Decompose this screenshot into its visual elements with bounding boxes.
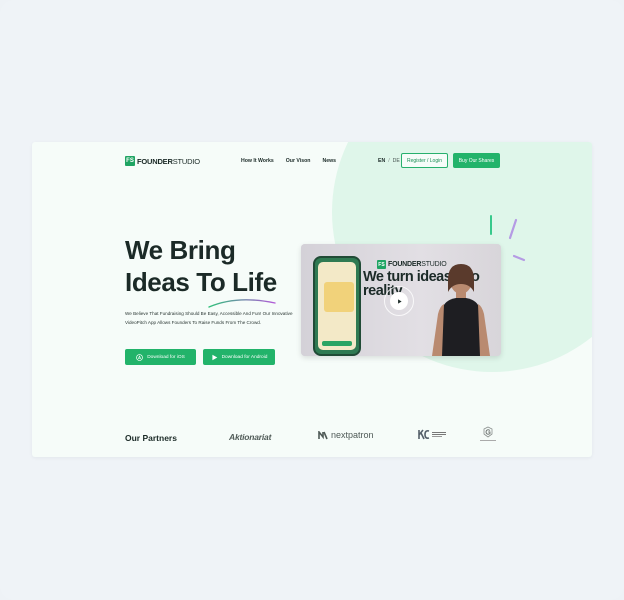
- app-store-icon: [136, 353, 143, 361]
- nextpatron-icon: [318, 430, 328, 439]
- register-login-button[interactable]: Register / Login: [401, 153, 448, 168]
- title-swoosh-decoration: [208, 299, 276, 308]
- partner-nextpatron[interactable]: nextpatron: [318, 430, 374, 440]
- landing-page: FS FOUNDER STUDIO How It Works Our Vison…: [32, 142, 592, 457]
- nav-how-it-works[interactable]: How It Works: [241, 158, 274, 164]
- logo-wordmark-bold: FOUNDER: [137, 156, 173, 166]
- nav-our-vision[interactable]: Our Vison: [286, 158, 311, 164]
- partner-kc-logo[interactable]: [418, 429, 446, 440]
- lang-de[interactable]: DE: [393, 158, 400, 164]
- video-logo-bold: FOUNDER: [388, 261, 422, 268]
- language-switcher: EN / DE: [378, 158, 400, 164]
- kc-logo-text-lines: [432, 432, 446, 437]
- google-play-icon: [211, 354, 217, 360]
- play-icon: [397, 298, 402, 304]
- g-emblem-icon: [483, 426, 493, 438]
- presenter-figure: [432, 264, 490, 356]
- hero-title-line1: We Bring: [125, 235, 236, 265]
- hero-title: We Bring Ideas To Life: [125, 234, 305, 298]
- lang-separator: /: [388, 158, 390, 164]
- play-button[interactable]: [390, 292, 408, 310]
- buy-shares-button[interactable]: Buy Our Shares: [453, 153, 500, 168]
- nav-news[interactable]: News: [322, 158, 336, 164]
- partner-g-logo[interactable]: [480, 426, 496, 441]
- download-android-label: Download for Android: [221, 354, 268, 360]
- download-android-button[interactable]: Download for Android: [203, 349, 275, 365]
- phone-card: [324, 282, 354, 312]
- kc-icon: [418, 429, 430, 440]
- hero-description: We Believe That Fundraising Should Be Ea…: [125, 311, 293, 325]
- partners-title: Our Partners: [125, 433, 177, 443]
- phone-bar: [322, 341, 352, 346]
- logo-wordmark-light: STUDIO: [172, 156, 200, 166]
- main-nav: How It Works Our Vison News: [241, 158, 336, 164]
- phone-screen: [318, 262, 356, 350]
- lang-en[interactable]: EN: [378, 158, 385, 164]
- phone-mockup: [313, 256, 361, 356]
- video-pitch-player[interactable]: FS FOUNDER STUDIO We turn ideas into rea…: [301, 244, 501, 356]
- logo-mark: FS: [125, 156, 135, 166]
- video-logo-mark: FS: [377, 260, 386, 269]
- download-ios-label: Download for iOS: [147, 354, 185, 360]
- g-logo-caption-line: [480, 440, 496, 441]
- download-ios-button[interactable]: Download for iOS: [125, 349, 196, 365]
- site-logo[interactable]: FS FOUNDER STUDIO: [125, 156, 200, 166]
- hero-title-line2: Ideas To Life: [125, 267, 277, 297]
- partner-aktionariat[interactable]: Aktionariat: [229, 432, 271, 442]
- nextpatron-label: nextpatron: [331, 430, 374, 440]
